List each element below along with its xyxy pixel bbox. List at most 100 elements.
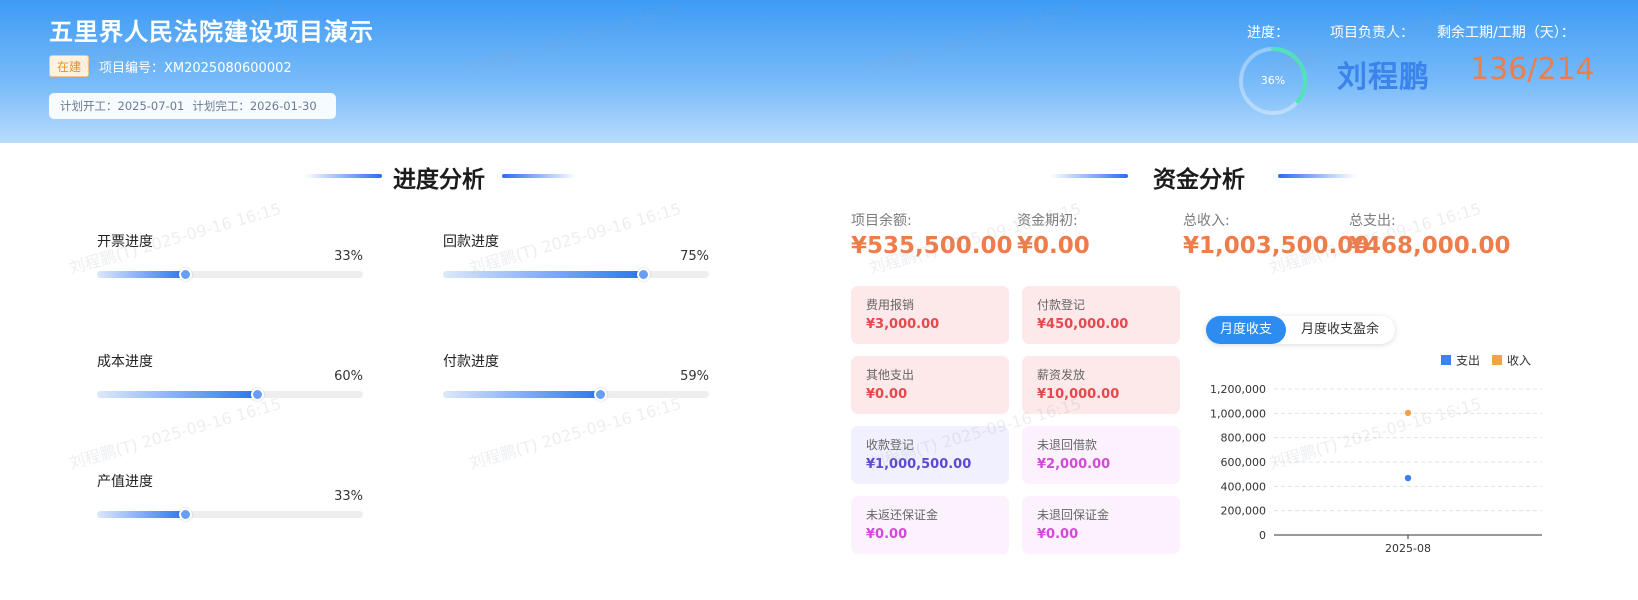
card-label: 付款登记 <box>1037 298 1086 312</box>
legend-swatch-expense <box>1441 355 1451 365</box>
legend-swatch-income <box>1492 355 1502 365</box>
legend-label-income: 收入 <box>1507 355 1531 368</box>
manager-label: 项目负责人： <box>1330 25 1414 41</box>
progress-item-output: 产值进度 33% <box>97 471 363 527</box>
data-point-income <box>1404 409 1412 417</box>
manager-name: 刘程鹏 <box>1337 60 1430 95</box>
progress-item-label: 开票进度 <box>97 234 153 250</box>
progress-handle <box>593 388 607 401</box>
card-value: ¥0.00 <box>1037 527 1079 542</box>
y-tick-label: 800,000 <box>1221 432 1267 445</box>
project-header: 五里界人民法院建设项目演示 在建 项目编号：XM2025080600002 计划… <box>0 0 1638 143</box>
progress-handle <box>636 268 650 281</box>
progress-fill <box>97 511 185 518</box>
card-label: 收款登记 <box>866 438 915 452</box>
opening-funds-value: ¥0.00 <box>1017 233 1090 259</box>
progress-item-percent: 33% <box>334 249 363 264</box>
card-value: ¥0.00 <box>866 387 908 402</box>
progress-track <box>97 388 363 401</box>
title-decoration-right <box>1278 174 1356 178</box>
card-value: ¥3,000.00 <box>866 317 940 332</box>
progress-item-percent: 75% <box>680 249 709 264</box>
card-label: 其他支出 <box>866 368 915 382</box>
card-unreturned-loan[interactable]: 未退回借款 ¥2,000.00 <box>1022 426 1180 484</box>
days-value: 136/214 <box>1470 52 1595 87</box>
total-expense-value: ¥468,000.00 <box>1349 233 1511 259</box>
card-unrefunded-deposit[interactable]: 未返还保证金 ¥0.00 <box>851 496 1009 554</box>
title-decoration-right <box>502 174 576 178</box>
progress-item-percent: 60% <box>334 369 363 384</box>
card-label: 薪资发放 <box>1037 368 1086 382</box>
progress-label: 进度： <box>1247 25 1289 41</box>
card-receipt-register[interactable]: 收款登记 ¥1,000,500.00 <box>851 426 1009 484</box>
y-tick-label: 0 <box>1259 529 1266 542</box>
plan-dates: 计划开工：2025-07-01 计划完工：2026-01-30 <box>49 93 336 119</box>
title-decoration-left <box>1050 174 1128 178</box>
progress-fill <box>443 271 643 278</box>
opening-funds-label: 资金期初: <box>1017 213 1078 229</box>
tab-monthly-surplus[interactable]: 月度收支盈余 <box>1288 316 1392 344</box>
tab-monthly-income-expense[interactable]: 月度收支 <box>1206 316 1286 344</box>
y-tick-label: 600,000 <box>1221 456 1267 469</box>
card-label: 未退回借款 <box>1037 438 1098 452</box>
progress-track <box>97 268 363 281</box>
plan-start: 计划开工：2025-07-01 <box>60 99 185 113</box>
card-other-expense[interactable]: 其他支出 ¥0.00 <box>851 356 1009 414</box>
progress-item-collection: 回款进度 75% <box>443 231 709 287</box>
progress-item-label: 付款进度 <box>443 354 499 370</box>
balance-label: 项目余额: <box>851 213 912 229</box>
card-value: ¥1,000,500.00 <box>866 457 972 472</box>
balance-value: ¥535,500.00 <box>851 233 1013 259</box>
card-unreturned-deposit[interactable]: 未退回保证金 ¥0.00 <box>1022 496 1180 554</box>
project-title: 五里界人民法院建设项目演示 <box>49 18 374 46</box>
card-value: ¥2,000.00 <box>1037 457 1111 472</box>
y-tick-label: 200,000 <box>1221 505 1267 518</box>
legend-label-expense: 支出 <box>1456 355 1480 368</box>
card-label: 费用报销 <box>866 298 915 312</box>
progress-item-label: 成本进度 <box>97 354 153 370</box>
progress-track <box>443 268 709 281</box>
progress-item-cost: 成本进度 60% <box>97 351 363 407</box>
progress-track <box>443 388 709 401</box>
progress-fill <box>443 391 600 398</box>
card-payment-register[interactable]: 付款登记 ¥450,000.00 <box>1022 286 1180 344</box>
progress-item-percent: 59% <box>680 369 709 384</box>
progress-item-label: 产值进度 <box>97 474 153 490</box>
y-tick-label: 1,200,000 <box>1210 383 1266 396</box>
progress-handle <box>178 508 192 521</box>
card-salary[interactable]: 薪资发放 ¥10,000.00 <box>1022 356 1180 414</box>
card-expense-claim[interactable]: 费用报销 ¥3,000.00 <box>851 286 1009 344</box>
total-income-label: 总收入: <box>1183 213 1230 229</box>
card-value: ¥0.00 <box>866 527 908 542</box>
progress-handle <box>178 268 192 281</box>
progress-item-invoice: 开票进度 33% <box>97 231 363 287</box>
card-value: ¥450,000.00 <box>1037 317 1129 332</box>
progress-fill <box>97 271 185 278</box>
x-tick-label: 2025-08 <box>1385 542 1431 555</box>
y-tick-label: 400,000 <box>1221 480 1267 493</box>
card-label: 未退回保证金 <box>1037 508 1110 522</box>
card-label: 未返还保证金 <box>866 508 939 522</box>
y-tick-label: 1,000,000 <box>1210 407 1266 420</box>
progress-ring-value: 36% <box>1260 74 1286 87</box>
total-expense-label: 总支出: <box>1349 213 1396 229</box>
progress-section-title: 进度分析 <box>393 167 485 193</box>
progress-item-label: 回款进度 <box>443 234 499 250</box>
card-value: ¥10,000.00 <box>1037 387 1120 402</box>
plan-end: 计划完工：2026-01-30 <box>192 99 317 113</box>
progress-track <box>97 508 363 521</box>
progress-fill <box>97 391 257 398</box>
progress-handle <box>250 388 264 401</box>
progress-item-payment: 付款进度 59% <box>443 351 709 407</box>
title-decoration-left <box>304 174 382 178</box>
days-label: 剩余工期/工期（天）： <box>1437 25 1575 41</box>
dashboard: 五里界人民法院建设项目演示 在建 项目编号：XM2025080600002 计划… <box>0 0 1638 600</box>
status-badge: 在建 <box>49 55 90 77</box>
chart-tab-toggle: 月度收支 月度收支盈余 <box>1206 316 1395 344</box>
finance-section-title: 资金分析 <box>1153 167 1245 193</box>
progress-item-percent: 33% <box>334 489 363 504</box>
progress-ring: 36% <box>1237 45 1309 117</box>
monthly-income-expense-chart: 1,200,000 1,000,000 800,000 600,000 400,000 2… <box>1210 355 1542 555</box>
project-code: 项目编号：XM2025080600002 <box>99 61 292 76</box>
data-point-expense <box>1404 474 1412 482</box>
